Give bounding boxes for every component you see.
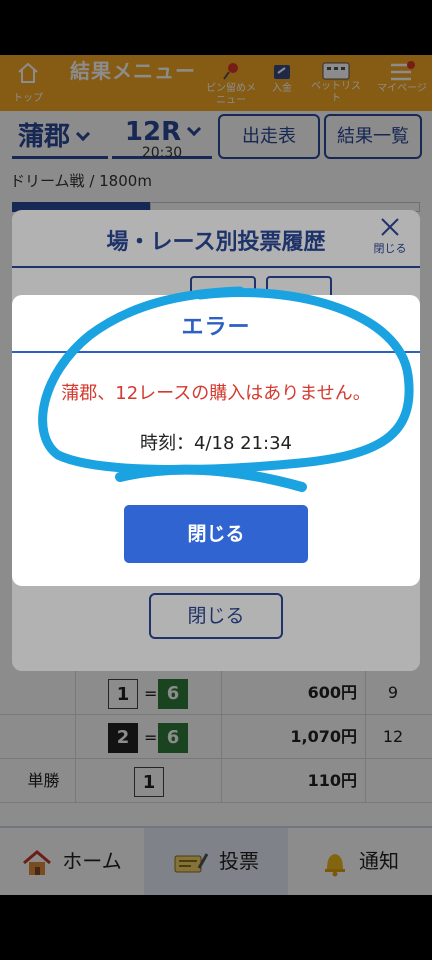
error-modal: エラー 蒲郡、12レースの購入はありません。 時刻：4/18 21:34 閉じる xyxy=(12,295,420,586)
error-message: 蒲郡、12レースの購入はありません。 xyxy=(61,383,371,404)
app-screen: トップ 結果メニュー ピン留めメニュー 入金 ベットリスト マイページ 蒲郡 1… xyxy=(0,55,432,895)
page: トップ 結果メニュー ピン留めメニュー 入金 ベットリスト マイページ 蒲郡 1… xyxy=(0,0,432,960)
divider xyxy=(12,351,420,353)
error-modal-title: エラー xyxy=(181,315,251,340)
error-close-button[interactable]: 閉じる xyxy=(124,505,308,563)
error-time: 時刻：4/18 21:34 xyxy=(139,433,292,454)
